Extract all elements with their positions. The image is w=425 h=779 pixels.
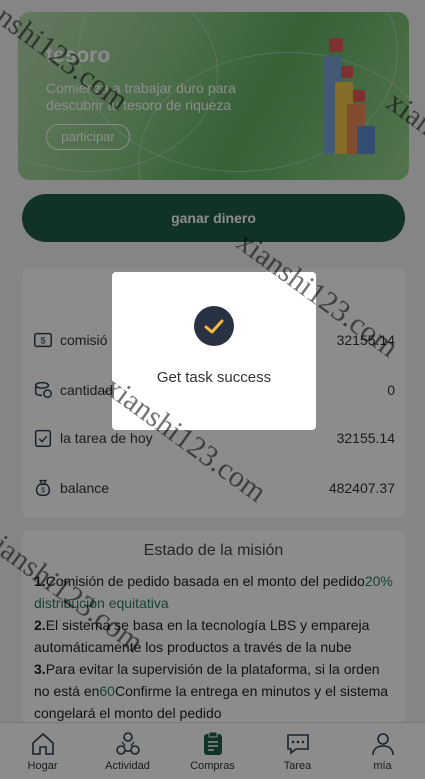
check-icon	[194, 306, 234, 346]
toast-message: Get task success	[156, 369, 272, 386]
success-toast: Get task success	[112, 272, 316, 430]
